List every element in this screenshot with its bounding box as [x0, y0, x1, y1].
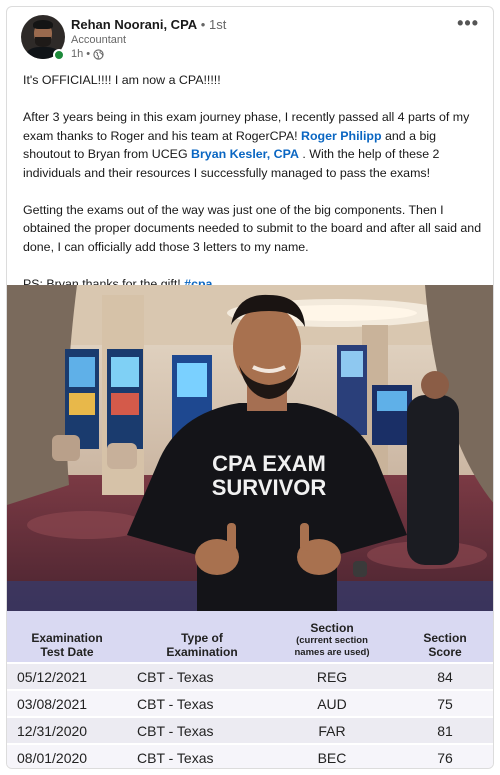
post-paragraph3: Getting the exams out of the way was jus…	[23, 202, 482, 254]
author-name[interactable]: Rehan Noorani, CPA	[71, 17, 197, 32]
cell-date: 05/12/2021	[7, 662, 119, 690]
cell-date: 03/08/2021	[7, 689, 119, 717]
shirt-line1: CPA EXAM	[212, 451, 326, 476]
cell-date: 08/01/2020	[7, 743, 119, 768]
cell-score: 81	[395, 716, 493, 744]
post-paragraph2: After 3 years being in this exam journey…	[23, 108, 485, 182]
header-test-date: Examination Test Date	[7, 611, 119, 663]
online-status-icon	[53, 49, 65, 61]
table-row: 08/01/2020 CBT - Texas BEC 76	[7, 743, 493, 768]
header-section: Section (current section names are used)	[269, 611, 395, 663]
table-row: 03/08/2021 CBT - Texas AUD 75	[7, 689, 493, 717]
exam-score-table: Examination Test Date Type of Examinatio…	[7, 611, 493, 768]
post-time: 1h •	[71, 48, 91, 60]
table-header-row: Examination Test Date Type of Examinatio…	[7, 611, 493, 663]
mention-bryan-kesler[interactable]: Bryan Kesler, CPA	[191, 147, 299, 161]
cell-score: 84	[395, 662, 493, 690]
author-line: Rehan Noorani, CPA • 1st	[71, 17, 226, 32]
cell-type: CBT - Texas	[119, 743, 269, 768]
cell-type: CBT - Texas	[119, 689, 269, 717]
connection-degree: • 1st	[200, 17, 227, 32]
cell-section: BEC	[269, 743, 395, 768]
cell-section: REG	[269, 662, 395, 690]
cell-score: 75	[395, 689, 493, 717]
post-card: Rehan Noorani, CPA • 1st Accountant 1h •…	[6, 6, 494, 769]
cell-type: CBT - Texas	[119, 716, 269, 744]
table-row: 12/31/2020 CBT - Texas FAR 81	[7, 716, 493, 744]
post-photo[interactable]: CPA EXAM SURVIVOR	[7, 285, 493, 611]
post-meta: 1h •	[71, 48, 104, 60]
post-header: Rehan Noorani, CPA • 1st Accountant 1h •…	[7, 7, 493, 69]
cell-section: FAR	[269, 716, 395, 744]
post-line1: It's OFFICIAL!!!! I am now a CPA!!!!!	[23, 73, 221, 87]
mention-roger-philipp[interactable]: Roger Philipp	[301, 129, 382, 143]
casino-photo: CPA EXAM SURVIVOR	[7, 285, 493, 611]
more-options-icon[interactable]: •••	[457, 13, 479, 34]
author-headline: Accountant	[71, 34, 127, 46]
header-section-score: Section Score	[395, 611, 493, 663]
cell-section: AUD	[269, 689, 395, 717]
cell-score: 76	[395, 743, 493, 768]
header-exam-type: Type of Examination	[119, 611, 269, 663]
cell-date: 12/31/2020	[7, 716, 119, 744]
post-body: It's OFFICIAL!!!! I am now a CPA!!!!! Af…	[23, 71, 485, 312]
shirt-line2: SURVIVOR	[212, 475, 327, 500]
table-row: 05/12/2021 CBT - Texas REG 84	[7, 662, 493, 690]
cell-type: CBT - Texas	[119, 662, 269, 690]
globe-icon	[93, 48, 104, 60]
